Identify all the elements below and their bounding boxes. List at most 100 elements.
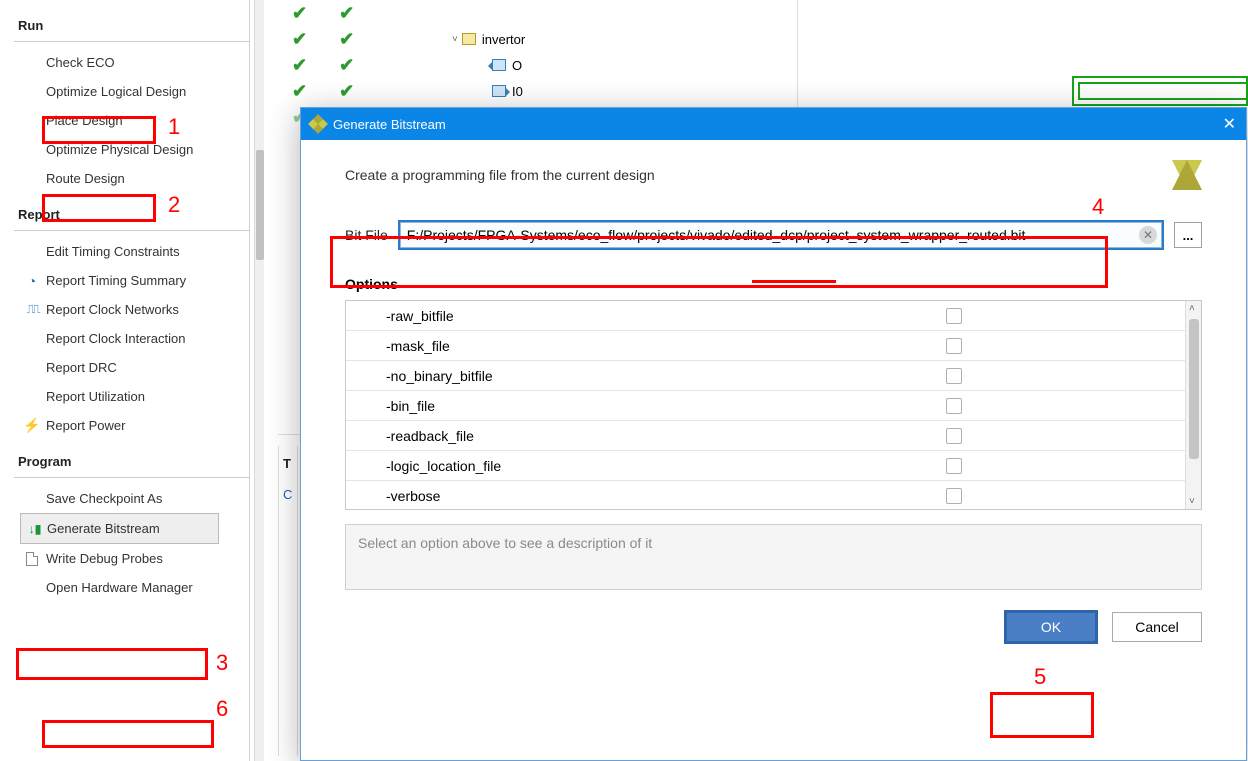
plug-icon: ⚡ — [24, 418, 40, 434]
option-bin-file[interactable]: -bin_file — [346, 391, 1201, 421]
blank-icon — [24, 331, 40, 347]
label: Write Debug Probes — [46, 551, 163, 566]
opt-label: -logic_location_file — [386, 458, 946, 474]
tree-label: O — [512, 58, 522, 73]
sidebar-report-util[interactable]: Report Utilization — [14, 382, 249, 411]
opt-label: -raw_bitfile — [386, 308, 946, 324]
ok-button[interactable]: OK — [1006, 612, 1096, 642]
check-icon: ✔✔ — [292, 29, 342, 50]
sidebar-route-design[interactable]: Route Design — [14, 164, 249, 193]
sidebar-generate-bitstream[interactable]: ↓▮ Generate Bitstream — [20, 513, 219, 544]
option-verbose[interactable]: -verbose — [346, 481, 1201, 510]
blank-icon — [24, 171, 40, 187]
label: Place Design — [46, 113, 123, 128]
sidebar-report-timing[interactable]: ◔ Report Timing Summary — [14, 266, 249, 295]
tree-row[interactable]: ✔✔ — [278, 0, 797, 26]
checkbox[interactable] — [946, 398, 962, 414]
blank-icon — [24, 84, 40, 100]
bitfile-input[interactable] — [407, 227, 1137, 243]
options-scrollbar[interactable]: ˄ ˅ — [1185, 301, 1201, 509]
opt-label: -readback_file — [386, 428, 946, 444]
sidebar-check-eco[interactable]: Check ECO — [14, 48, 249, 77]
page-icon — [24, 551, 40, 567]
option-description: Select an option above to see a descript… — [345, 524, 1202, 590]
scrollbar-thumb[interactable] — [256, 150, 264, 260]
sidebar-report-drc[interactable]: Report DRC — [14, 353, 249, 382]
sidebar-open-hwmgr[interactable]: Open Hardware Manager — [14, 573, 249, 602]
blank-icon — [24, 580, 40, 596]
bottom-c: C — [283, 487, 293, 502]
checkbox[interactable] — [946, 488, 962, 504]
label: Report Timing Summary — [46, 273, 186, 288]
tree-label: invertor — [482, 32, 525, 47]
label: Optimize Logical Design — [46, 84, 186, 99]
opt-label: -verbose — [386, 488, 946, 504]
option-no-binary[interactable]: -no_binary_bitfile — [346, 361, 1201, 391]
input-port-icon — [492, 85, 506, 97]
vivado-icon — [308, 114, 328, 134]
cell-icon — [462, 33, 476, 45]
sidebar: Run Check ECO Optimize Logical Design Pl… — [14, 0, 250, 761]
tree-row-o[interactable]: ✔✔ O — [278, 52, 797, 78]
close-icon[interactable]: ✕ — [1223, 114, 1236, 134]
label: Report Utilization — [46, 389, 145, 404]
check-icon: ✔✔ — [292, 3, 342, 24]
options-table: -raw_bitfile -mask_file -no_binary_bitfi… — [345, 300, 1202, 510]
tree-label: I0 — [512, 84, 523, 99]
blank-icon — [24, 389, 40, 405]
tree-row-i0[interactable]: ✔✔ I0 — [278, 78, 797, 104]
cancel-button[interactable]: Cancel — [1112, 612, 1202, 642]
checkbox[interactable] — [946, 308, 962, 324]
caret-down-icon[interactable]: ˅ — [452, 34, 458, 45]
check-icon: ✔✔ — [292, 55, 342, 76]
browse-button[interactable]: ... — [1174, 222, 1202, 248]
option-mask-file[interactable]: -mask_file — [346, 331, 1201, 361]
check-icon: ✔✔ — [292, 81, 342, 102]
label: Check ECO — [46, 55, 115, 70]
bitfile-label: Bit File — [345, 227, 388, 243]
device-rect — [1078, 82, 1248, 100]
tree-row-invertor[interactable]: ✔✔ ˅ invertor — [278, 26, 797, 52]
scroll-up-icon[interactable]: ˄ — [1189, 303, 1195, 314]
clock-icon: ◔ — [24, 273, 40, 289]
option-readback[interactable]: -readback_file — [346, 421, 1201, 451]
scroll-down-icon[interactable]: ˅ — [1189, 496, 1195, 507]
annotation-underline — [752, 280, 836, 283]
sidebar-place-design[interactable]: Place Design — [14, 106, 249, 135]
checkbox[interactable] — [946, 428, 962, 444]
bitfile-row: Bit File ✕ ... — [345, 222, 1202, 248]
option-logic-loc[interactable]: -logic_location_file — [346, 451, 1201, 481]
sidebar-report-clock-inter[interactable]: Report Clock Interaction — [14, 324, 249, 353]
download-icon: ↓▮ — [27, 521, 43, 537]
clear-icon[interactable]: ✕ — [1139, 226, 1157, 244]
sidebar-optimize-logical[interactable]: Optimize Logical Design — [14, 77, 249, 106]
dialog-titlebar[interactable]: Generate Bitstream ✕ — [301, 108, 1246, 140]
output-port-icon — [492, 59, 506, 71]
bottom-t: T — [283, 452, 293, 487]
label: Generate Bitstream — [47, 521, 160, 536]
sidebar-edit-timing[interactable]: Edit Timing Constraints — [14, 237, 249, 266]
checkbox[interactable] — [946, 458, 962, 474]
sidebar-save-checkpoint[interactable]: Save Checkpoint As — [14, 484, 249, 513]
label: Optimize Physical Design — [46, 142, 193, 157]
sidebar-write-debug[interactable]: Write Debug Probes — [14, 544, 249, 573]
vivado-logo-icon — [1172, 160, 1202, 190]
scrollbar-thumb[interactable] — [1189, 319, 1199, 459]
opt-label: -mask_file — [386, 338, 946, 354]
sidebar-report-power[interactable]: ⚡ Report Power — [14, 411, 249, 440]
sidebar-scrollbar[interactable] — [254, 0, 264, 761]
dialog-buttons: OK Cancel — [301, 600, 1246, 662]
checkbox[interactable] — [946, 338, 962, 354]
label: Route Design — [46, 171, 125, 186]
sidebar-optimize-physical[interactable]: Optimize Physical Design — [14, 135, 249, 164]
blank-icon — [24, 360, 40, 376]
options-label: Options — [345, 276, 1202, 292]
section-run: Run — [14, 10, 249, 42]
label: Report Power — [46, 418, 125, 433]
bitfile-input-wrapper: ✕ — [400, 222, 1162, 248]
option-raw-bitfile[interactable]: -raw_bitfile — [346, 301, 1201, 331]
wave-icon: ⎍⎍ — [24, 302, 40, 318]
sidebar-report-clock-net[interactable]: ⎍⎍Report Clock Networks — [14, 295, 249, 324]
blank-icon — [24, 113, 40, 129]
checkbox[interactable] — [946, 368, 962, 384]
